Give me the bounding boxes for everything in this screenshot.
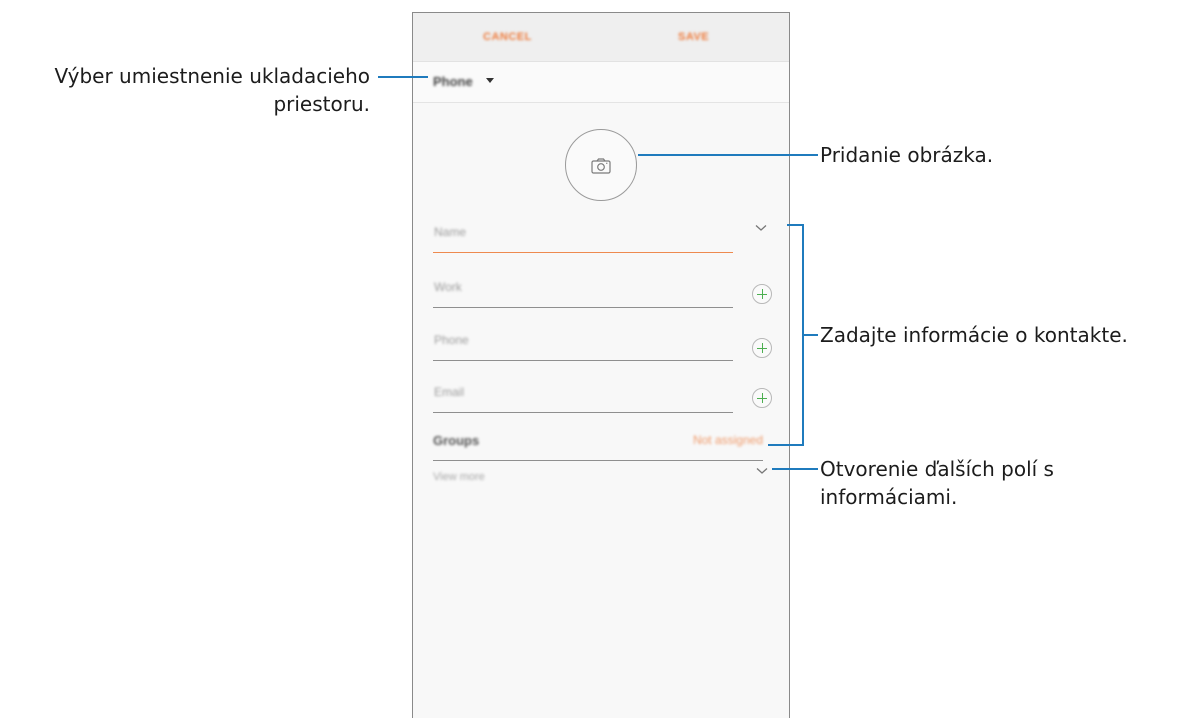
camera-icon <box>591 158 611 174</box>
name-field-placeholder: Name <box>434 225 467 239</box>
phone-field[interactable]: Phone <box>433 325 733 361</box>
phone-field-underline <box>433 360 733 361</box>
annotation-more-fields: Otvorenie ďalších polí s informáciami. <box>820 455 1054 511</box>
email-field-placeholder: Email <box>434 385 465 399</box>
name-field[interactable]: Name <box>433 217 733 253</box>
annotation-storage: Výber umiestnenie ukladacieho priestoru. <box>54 62 370 118</box>
annotation-storage-leader <box>378 76 428 78</box>
view-more-fields-link[interactable]: View more <box>433 471 485 483</box>
storage-location-label: Phone <box>433 74 473 89</box>
view-more-chevron-icon[interactable] <box>756 467 768 477</box>
add-email-plus-icon[interactable] <box>752 388 772 408</box>
dropdown-arrow-icon <box>486 78 494 83</box>
annotation-more-line2: informáciami. <box>820 485 958 509</box>
annotation-more-leader <box>772 468 818 470</box>
phone-screen: CANCEL SAVE Phone Name Work Phone Email … <box>412 12 790 718</box>
storage-location-selector[interactable]: Phone <box>413 62 789 103</box>
groups-row[interactable]: Groups Not assigned <box>433 421 763 461</box>
annotation-more-line1: Otvorenie ďalších polí s <box>820 457 1054 481</box>
annotation-storage-line2: priestoru. <box>273 92 370 116</box>
phone-field-placeholder: Phone <box>434 333 469 347</box>
add-phone-plus-icon[interactable] <box>752 338 772 358</box>
groups-label: Groups <box>433 433 480 448</box>
annotation-contact-info: Zadajte informácie o kontakte. <box>820 323 1128 347</box>
save-button[interactable]: SAVE <box>678 13 709 61</box>
groups-value: Not assigned <box>692 433 763 447</box>
annotation-contact-leader <box>802 334 818 336</box>
email-field[interactable]: Email <box>433 377 733 413</box>
expand-name-chevron-icon[interactable] <box>755 224 767 234</box>
cancel-button[interactable]: CANCEL <box>483 13 532 61</box>
work-field-placeholder: Work <box>434 280 462 294</box>
name-field-underline <box>433 251 733 253</box>
annotation-contact-bracket-bottom <box>768 444 804 446</box>
annotation-photo-leader <box>638 154 818 156</box>
groups-underline <box>433 460 763 461</box>
email-field-underline <box>433 412 733 413</box>
top-action-bar: CANCEL SAVE <box>413 13 789 62</box>
annotation-photo: Pridanie obrázka. <box>820 143 994 167</box>
add-work-plus-icon[interactable] <box>752 284 772 304</box>
work-field[interactable]: Work <box>433 272 733 308</box>
manual-figure: CANCEL SAVE Phone Name Work Phone Email … <box>0 0 1187 718</box>
annotation-storage-line1: Výber umiestnenie ukladacieho <box>54 64 370 88</box>
add-photo-button[interactable] <box>565 129 637 201</box>
work-field-underline <box>433 307 733 308</box>
